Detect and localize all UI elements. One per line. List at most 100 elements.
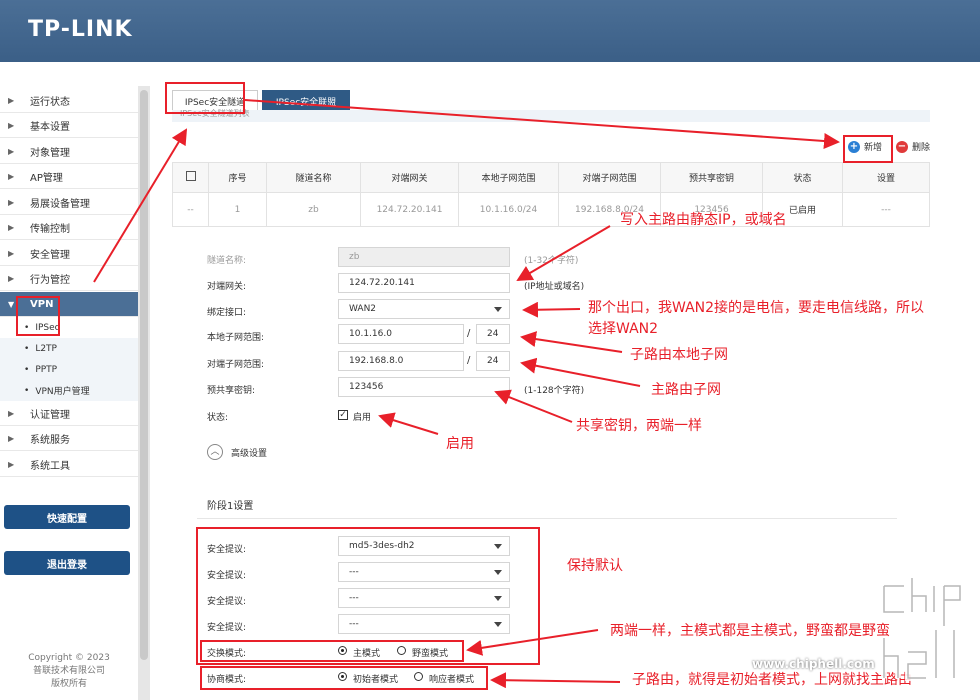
peer-gateway-label: 对端网关: [207, 282, 247, 292]
status-option-label: 启用 [353, 413, 372, 423]
annotation-text: 两端一样，主模式都是主模式，野蛮都是野蛮 [610, 623, 890, 639]
cell: 124.72.20.141 [360, 192, 459, 227]
advanced-settings-toggle[interactable]: ︿ 高级设置 [207, 444, 267, 460]
row-check: -- [172, 192, 209, 227]
col-header: 预共享密钥 [660, 162, 763, 193]
annotation-box-negotiation [200, 666, 488, 690]
section-divider [197, 518, 897, 519]
minus-circle-icon: − [896, 140, 908, 153]
annotation-text: 选择WAN2 [588, 321, 659, 337]
chevron-right-icon: ▶ [8, 197, 15, 207]
copyright-line: 普联技术有限公司 [32, 666, 105, 676]
annotation-box-add [843, 135, 893, 163]
col-header: 本地子网范围 [458, 162, 559, 193]
table-row[interactable]: -- 1 zb 124.72.20.141 10.1.16.0/24 192.1… [172, 192, 930, 227]
sidebar-item-tools[interactable]: ▶ 系统工具 [0, 452, 138, 477]
phase1-title: 阶段1设置 [207, 501, 254, 512]
annotation-text: 写入主路由静态IP，或域名 [620, 212, 787, 228]
annotation-text: 启用 [446, 436, 474, 452]
chiphell-watermark-logo [881, 578, 963, 681]
tunnel-table: 序号 隧道名称 对端网关 本地子网范围 对端子网范围 预共享密钥 状态 设置 -… [172, 162, 930, 227]
cell: 1 [208, 192, 267, 227]
tunnel-name-input: zb [338, 247, 510, 267]
bind-interface-select[interactable]: WAN2 [338, 299, 510, 319]
annotation-text: 子路由，就得是初始者模式，上网就找主路由 [632, 672, 912, 688]
chevron-right-icon: ▶ [8, 273, 15, 283]
tab-underline [172, 110, 930, 122]
annotation-box-ipsec [16, 296, 60, 336]
watermark-url: www.chiphell.com [752, 657, 875, 671]
cell[interactable]: --- [842, 192, 930, 227]
cell: 10.1.16.0/24 [458, 192, 559, 227]
cell: zb [266, 192, 361, 227]
local-subnet-ip-input[interactable]: 10.1.16.0 [338, 324, 464, 344]
sidebar-scrollbar[interactable] [138, 86, 150, 700]
quick-config-button[interactable]: 快速配置 [4, 505, 130, 529]
brand-logo: TP-LINK [28, 17, 133, 42]
select-all-checkbox[interactable] [185, 171, 196, 181]
col-header: 隧道名称 [266, 162, 361, 193]
chevron-up-icon: ︿ [207, 444, 223, 460]
sidebar-item-transfer[interactable]: ▶ 传输控制 [0, 215, 138, 240]
annotation-text: 子路由本地子网 [630, 347, 728, 363]
logout-button[interactable]: 退出登录 [4, 551, 130, 575]
top-header: TP-LINK [0, 0, 980, 62]
peer-subnet-ip-input[interactable]: 192.168.8.0 [338, 351, 464, 371]
annotation-text: 主路由子网 [651, 382, 721, 398]
copyright-line: Copyright © 2023 [28, 653, 110, 663]
psk-label: 预共享密钥: [207, 386, 256, 396]
tunnel-name-label: 隧道名称: [207, 256, 247, 266]
sidebar-item-auth[interactable]: ▶ 认证管理 [0, 401, 138, 426]
chevron-right-icon: ▶ [8, 120, 15, 130]
sidebar-item-easyext[interactable]: ▶ 易展设备管理 [0, 190, 138, 215]
local-subnet-mask-input[interactable]: 24 [476, 324, 510, 344]
bind-interface-label: 绑定接口: [207, 308, 247, 318]
annotation-text: 保持默认 [567, 558, 623, 574]
sidebar-subitem-vpn-users[interactable]: • VPN用户管理 [0, 380, 138, 401]
annotation-box-exchange [200, 640, 464, 662]
annotation-box-tab [165, 82, 245, 114]
chevron-right-icon: ▶ [8, 248, 15, 258]
psk-input[interactable]: 123456 [338, 377, 510, 397]
peer-gateway-hint: (IP地址或域名) [524, 282, 585, 292]
sidebar-subitem-pptp[interactable]: • PPTP [0, 359, 138, 380]
sidebar-item-objects[interactable]: ▶ 对象管理 [0, 139, 138, 164]
scrollbar-thumb[interactable] [140, 90, 148, 660]
annotation-text: 共享密钥，两端一样 [576, 418, 702, 434]
status-checkbox[interactable]: ✓ [338, 410, 348, 420]
sidebar-item-behavior[interactable]: ▶ 行为管控 [0, 266, 138, 291]
sidebar-item-security[interactable]: ▶ 安全管理 [0, 241, 138, 266]
col-header: 状态 [762, 162, 843, 193]
peer-gateway-input[interactable]: 124.72.20.141 [338, 273, 510, 293]
annotation-text: 那个出口，我WAN2接的是电信，要走电信线路，所以 [588, 300, 925, 316]
peer-subnet-mask-input[interactable]: 24 [476, 351, 510, 371]
col-header: 序号 [208, 162, 267, 193]
psk-hint: (1-128个字符) [524, 386, 585, 396]
tab-bar: IPSec安全隧道 IPSec安全联盟 [152, 86, 980, 112]
chevron-right-icon: ▶ [8, 433, 15, 443]
delete-button[interactable]: − 删除 [896, 140, 930, 153]
sidebar-item-services[interactable]: ▶ 系统服务 [0, 426, 138, 451]
slash-separator: / [467, 355, 471, 366]
local-subnet-label: 本地子网范围: [207, 333, 265, 343]
col-header: 对端网关 [360, 162, 459, 193]
chevron-right-icon: ▶ [8, 146, 15, 156]
peer-subnet-label: 对端子网范围: [207, 360, 265, 370]
copyright-line: 版权所有 [50, 679, 87, 689]
chevron-right-icon: ▶ [8, 171, 15, 181]
col-header: 设置 [842, 162, 930, 193]
select-all-cell [172, 162, 209, 193]
chevron-right-icon: ▶ [8, 95, 15, 105]
table-header-row: 序号 隧道名称 对端网关 本地子网范围 对端子网范围 预共享密钥 状态 设置 [172, 162, 930, 193]
tunnel-name-hint: (1-32个字符) [524, 256, 579, 266]
dropdown-caret-icon [494, 307, 502, 312]
sidebar-item-basic[interactable]: ▶ 基本设置 [0, 113, 138, 138]
sidebar-item-ap[interactable]: ▶ AP管理 [0, 164, 138, 189]
chevron-right-icon: ▶ [8, 222, 15, 232]
sidebar: ▶ 运行状态 ▶ 基本设置 ▶ 对象管理 ▶ AP管理 ▶ 易展设备管理 ▶ 传输控制 ▶ 安… [0, 86, 138, 700]
col-header: 对端子网范围 [558, 162, 661, 193]
tab-ipsec-sa[interactable]: IPSec安全联盟 [262, 90, 350, 112]
sidebar-subitem-l2tp[interactable]: • L2TP [0, 338, 138, 359]
sidebar-item-status[interactable]: ▶ 运行状态 [0, 88, 138, 113]
slash-separator: / [467, 328, 471, 339]
